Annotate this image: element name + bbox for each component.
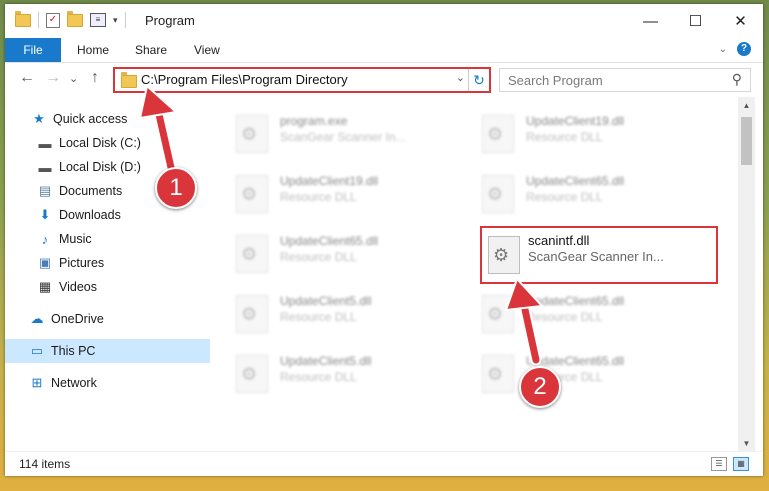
arrow-2 xyxy=(504,277,545,366)
annotation-badge-2: 2 xyxy=(519,366,561,408)
arrow-1 xyxy=(138,84,179,178)
annotation-arrows xyxy=(138,84,545,366)
annotation-badge-1: 1 xyxy=(155,167,197,209)
